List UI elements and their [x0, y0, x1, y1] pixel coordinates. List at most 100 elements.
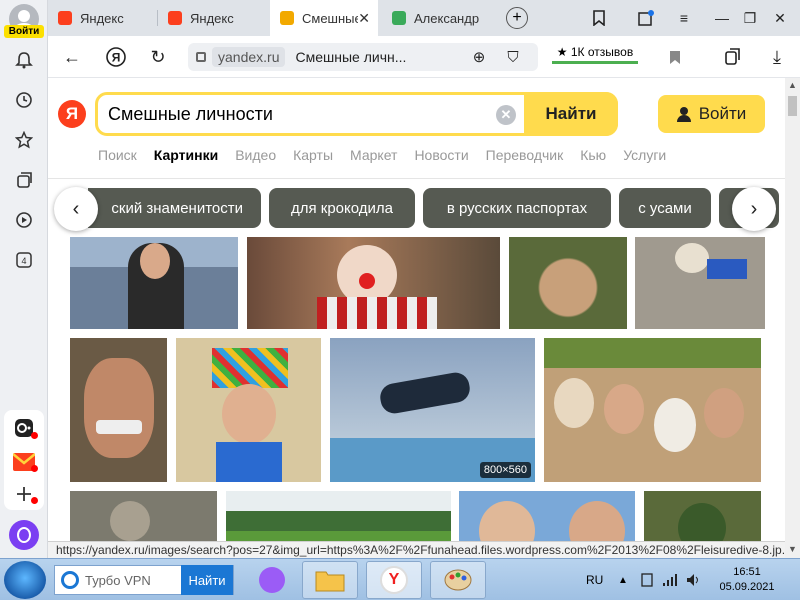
tab-alexander[interactable]: Александр [382, 0, 500, 36]
volume-icon[interactable] [686, 559, 702, 600]
lock-icon [196, 52, 206, 62]
download-icon[interactable]: ⤓ [764, 44, 790, 70]
new-tab-button[interactable]: + [506, 7, 528, 29]
notification-dot [31, 465, 38, 472]
image-result[interactable] [247, 237, 500, 329]
network-signal-icon[interactable] [662, 559, 678, 600]
tab-images-active[interactable]: Смешные личн ✕ [270, 0, 378, 36]
service-images[interactable]: Картинки [154, 147, 218, 167]
taskbar-search[interactable]: Турбо VPN Найти [54, 565, 234, 595]
tab-yandex-1[interactable]: Яндекс [48, 0, 156, 36]
yandex-home-icon[interactable]: Я [103, 44, 129, 70]
svg-text:Я: Я [112, 51, 121, 65]
page-scrollbar[interactable]: ▲ ▼ [785, 78, 800, 558]
image-result[interactable] [70, 338, 167, 482]
reviews-badge[interactable]: ★ 1К отзывов [552, 42, 638, 64]
user-icon [676, 107, 691, 122]
image-result[interactable]: 800×560 [330, 338, 535, 482]
images-favicon [280, 11, 294, 25]
back-arrow-icon[interactable]: ← [59, 44, 85, 70]
yandex-favicon [58, 11, 72, 25]
status-url-bar: https://yandex.ru/images/search?pos=27&i… [48, 541, 785, 558]
clock-date: 05.09.2021 [719, 581, 775, 593]
login-label: Войти [698, 104, 747, 123]
video-play-icon[interactable] [12, 208, 36, 232]
image-result[interactable] [509, 237, 627, 329]
service-news[interactable]: Новости [414, 147, 468, 167]
notification-dot [31, 497, 38, 504]
service-video[interactable]: Видео [235, 147, 276, 167]
zoom-icon[interactable]: ⊕ [466, 44, 492, 70]
image-size-badge: 800×560 [479, 462, 531, 478]
reload-icon[interactable]: ↻ [145, 44, 171, 70]
paint-icon[interactable] [430, 561, 486, 599]
clock-time: 16:51 [733, 566, 761, 578]
tray-device-icon[interactable] [640, 559, 654, 600]
chevron-left-icon[interactable]: ‹ [54, 187, 98, 231]
services-nav: Поиск Картинки Видео Карты Маркет Новост… [98, 147, 683, 167]
browser-e-icon [61, 571, 79, 589]
image-result[interactable] [70, 237, 238, 329]
tab-manager-icon[interactable] [581, 0, 617, 36]
collections-add-icon[interactable] [720, 44, 746, 70]
favorites-star-icon[interactable] [12, 128, 36, 152]
login-button[interactable]: Войти [658, 95, 765, 133]
taskbar-search-button[interactable]: Найти [181, 565, 233, 595]
reviews-count: 1К отзывов [570, 44, 634, 59]
clear-search-icon[interactable]: ✕ [496, 105, 516, 125]
chevron-right-icon[interactable]: › [732, 187, 776, 231]
bell-icon[interactable] [12, 48, 36, 72]
system-clock[interactable]: 16:51 05.09.2021 [712, 565, 782, 595]
workspaces-icon[interactable]: 4 [12, 248, 36, 272]
service-search[interactable]: Поиск [98, 147, 137, 167]
alice-assistant-icon[interactable] [9, 520, 39, 550]
related-queries: ский знаменитости для крокодила в русски… [48, 188, 785, 228]
protect-icon[interactable]: ⛉ [500, 44, 526, 70]
service-market[interactable]: Маркет [350, 147, 397, 167]
service-q[interactable]: Кью [580, 147, 606, 167]
find-button[interactable]: Найти [524, 92, 618, 136]
yandex-logo[interactable]: Я [58, 100, 86, 128]
alice-taskbar-icon[interactable] [244, 561, 300, 599]
page-favicon [392, 11, 406, 25]
chip-celebrities[interactable]: ский знаменитости [88, 188, 261, 228]
collections-icon[interactable] [12, 168, 36, 192]
explorer-folder-icon[interactable] [302, 561, 358, 599]
service-uslugi[interactable]: Услуги [623, 147, 666, 167]
start-button[interactable] [4, 561, 46, 599]
windows-taskbar: Турбо VPN Найти Y RU ▲ 16:51 05.09.2021 [0, 558, 800, 600]
address-bar-row: ← Я ↻ yandex.ru Смешные личн... ⊕ ⛉ ★ 1К… [48, 36, 800, 78]
tab-label: Александр [414, 10, 480, 26]
image-result[interactable] [544, 338, 761, 482]
yandex-browser-taskbar-icon[interactable]: Y [366, 561, 422, 599]
input-language[interactable]: RU [586, 559, 603, 600]
image-result[interactable] [176, 338, 321, 482]
menu-icon[interactable]: ≡ [666, 0, 702, 36]
service-maps[interactable]: Карты [293, 147, 333, 167]
close-tab-icon[interactable]: ✕ [358, 10, 370, 27]
search-box: ✕ Найти [95, 92, 618, 136]
url-domain: yandex.ru [212, 47, 286, 67]
tab-strip: Яндекс Яндекс Смешные личн ✕ Александр +… [48, 0, 800, 36]
svg-text:4: 4 [21, 256, 26, 266]
bookmark-icon[interactable] [662, 44, 688, 70]
show-hidden-icons[interactable]: ▲ [618, 559, 628, 600]
close-window-icon[interactable]: ✕ [762, 0, 798, 36]
tab-yandex-2[interactable]: Яндекс [158, 0, 266, 36]
scrollbar-thumb[interactable] [788, 96, 797, 116]
url-page-title: Смешные личн... [295, 49, 407, 65]
downloads-tray-icon[interactable] [628, 0, 664, 36]
chip-passports[interactable]: в русских паспортах [423, 188, 611, 228]
search-input[interactable] [108, 99, 488, 129]
header-divider [48, 178, 785, 179]
notification-dot [31, 432, 38, 439]
chip-mustache[interactable]: с усами [619, 188, 711, 228]
history-clock-icon[interactable] [12, 88, 36, 112]
chip-crocodile[interactable]: для крокодила [269, 188, 415, 228]
yandex-favicon [168, 11, 182, 25]
image-result[interactable] [635, 237, 765, 329]
tab-label: Яндекс [190, 10, 234, 26]
sidebar-login-badge[interactable]: Войти [4, 25, 44, 38]
service-translate[interactable]: Переводчик [486, 147, 564, 167]
tab-label: Яндекс [80, 10, 124, 26]
